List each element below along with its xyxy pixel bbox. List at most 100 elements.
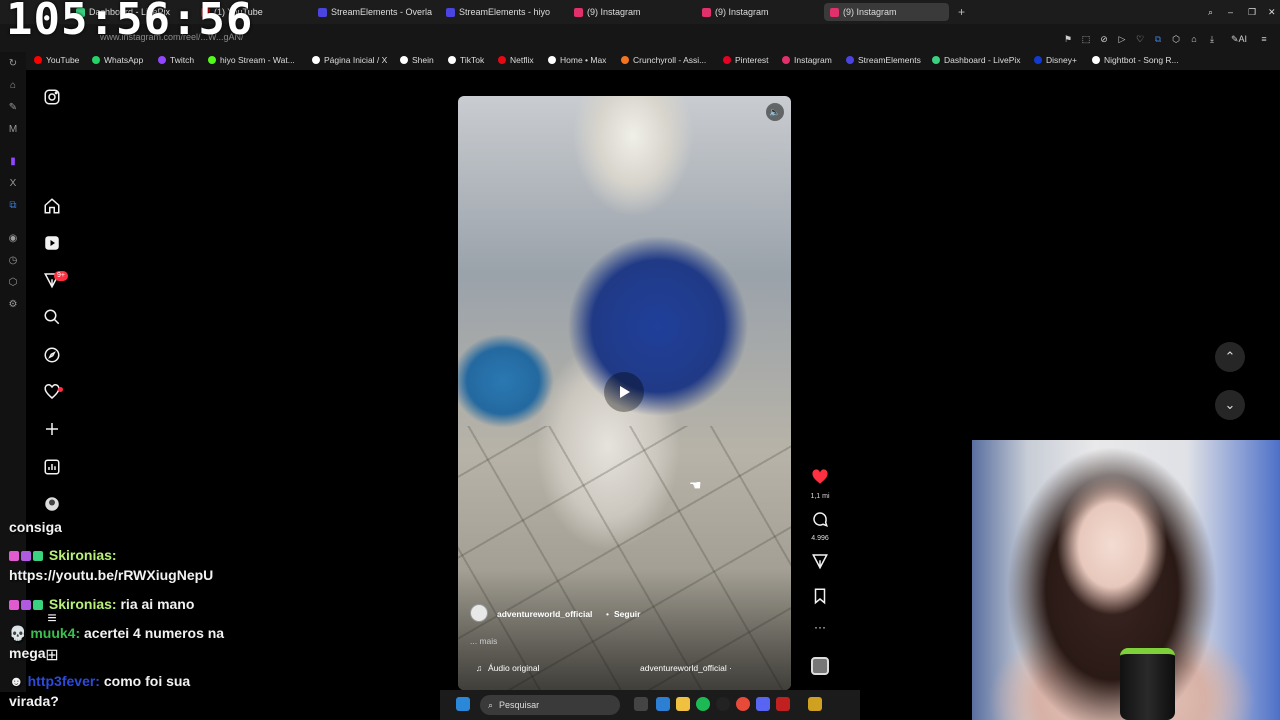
history-icon[interactable]: ◷ — [7, 255, 19, 267]
x-icon[interactable]: X — [7, 178, 19, 190]
bookmark-icon — [208, 56, 216, 64]
caption-more[interactable]: ... mais — [470, 636, 497, 646]
screenshot-icon[interactable]: ⬚ — [1080, 33, 1092, 45]
bookmark-label: Crunchyroll - Assi... — [633, 55, 707, 65]
block-icon[interactable]: ⊘ — [1098, 33, 1110, 45]
pin-icon[interactable]: ⌂ — [7, 80, 19, 92]
home-icon[interactable] — [42, 197, 62, 217]
file-explorer-icon[interactable] — [676, 697, 690, 711]
bookmark-label: Netflix — [510, 55, 534, 65]
heart-icon[interactable]: ♡ — [1134, 33, 1146, 45]
bookmark-item[interactable]: Home • Max — [548, 55, 606, 65]
play-button[interactable] — [604, 372, 644, 412]
bookmark-icon — [1034, 56, 1042, 64]
explore-icon[interactable] — [42, 346, 62, 366]
bookmark-item[interactable]: StreamElements — [846, 55, 921, 65]
obs-icon[interactable] — [776, 697, 790, 711]
task-view-icon[interactable] — [634, 697, 648, 711]
audio-thumbnail[interactable] — [808, 657, 832, 680]
reload-icon[interactable]: ↻ — [7, 58, 19, 70]
bookmark-item[interactable]: hiyo Stream - Wat... — [208, 55, 295, 65]
audio-label[interactable]: Áudio original — [488, 663, 540, 673]
author-name[interactable]: adventureworld_official — [497, 609, 592, 619]
bookmark-item[interactable]: Página Inicial / X — [312, 55, 387, 65]
windows-start-icon[interactable] — [456, 697, 470, 711]
close-window-icon[interactable]: ✕ — [1262, 3, 1276, 21]
tab-instagram-active[interactable]: (9) Instagram — [824, 3, 949, 21]
opera-icon[interactable] — [736, 697, 750, 711]
ai-button[interactable]: ✎AI — [1224, 33, 1254, 45]
bookmark-item[interactable]: Netflix — [498, 55, 534, 65]
minimize-icon[interactable]: – — [1222, 3, 1236, 21]
share-action[interactable] — [808, 552, 832, 575]
more-options-icon[interactable]: ··· — [808, 620, 832, 634]
bookmark-item[interactable]: Shein — [400, 55, 434, 65]
translate-icon[interactable]: ⧉ — [1152, 33, 1164, 45]
chat-line: https://youtu.be/rRWXiugNepU — [9, 567, 214, 583]
extensions-icon[interactable]: ⬡ — [7, 277, 19, 289]
audio-author[interactable]: adventureworld_official · — [640, 663, 732, 673]
menu-icon[interactable]: ≡ — [1258, 33, 1270, 45]
spotify-icon[interactable] — [696, 697, 710, 711]
bookmark-item[interactable]: Nightbot - Song R... — [1092, 55, 1179, 65]
play-icon[interactable]: ▷ — [1116, 33, 1128, 45]
instagram-logo-icon[interactable] — [42, 88, 62, 108]
extensions-icon[interactable]: ⬡ — [1170, 33, 1182, 45]
next-reel-button[interactable]: ⌄ — [1215, 390, 1245, 420]
restore-icon[interactable]: ❐ — [1242, 3, 1256, 21]
save-action[interactable] — [808, 587, 832, 610]
sub-badge-icon — [9, 600, 19, 610]
author-avatar[interactable] — [470, 604, 488, 622]
bookmark-label: Instagram — [794, 55, 832, 65]
bookmark-icon — [548, 56, 556, 64]
tab-streamelements-hiyo[interactable]: StreamElements - hiyo — [440, 3, 565, 21]
bookmark-item[interactable]: Disney+ — [1034, 55, 1077, 65]
like-action[interactable]: 1,1 mi — [808, 468, 832, 500]
streamelements-icon — [446, 7, 455, 17]
app-icon[interactable] — [808, 697, 822, 711]
bookmark-item[interactable]: Twitch — [158, 55, 194, 65]
store-icon[interactable] — [656, 697, 670, 711]
twitch-icon[interactable]: ▮ — [7, 156, 19, 168]
tab-streamelements-overlay[interactable]: StreamElements - Overla — [312, 3, 437, 21]
comment-count: 4.996 — [811, 535, 829, 542]
dashboard-icon[interactable] — [42, 458, 62, 478]
mod-badge-icon — [33, 551, 43, 561]
chat-line: Skironias: ria ai mano — [9, 596, 194, 612]
bookmark-icon — [723, 56, 731, 64]
new-tab-button[interactable]: + — [952, 3, 966, 21]
follow-button[interactable]: Seguir — [614, 609, 640, 619]
chat-line: 💀 muuk4: acertei 4 numeros na — [9, 625, 225, 641]
translate-icon[interactable]: ⧉ — [7, 200, 19, 212]
tab-instagram-2[interactable]: (9) Instagram — [696, 3, 821, 21]
mail-icon[interactable]: M — [7, 124, 19, 136]
bookmark-item[interactable]: Crunchyroll - Assi... — [621, 55, 706, 65]
reels-icon[interactable] — [42, 234, 62, 254]
comment-action[interactable]: 4.996 — [808, 510, 832, 542]
bookmark-item[interactable]: Pinterest — [723, 55, 769, 65]
settings-icon[interactable]: ⚙ — [7, 299, 19, 311]
search-icon[interactable] — [42, 308, 62, 328]
wallet-icon[interactable]: ⌂ — [1188, 33, 1200, 45]
taskbar-search[interactable]: ⌕ Pesquisar — [480, 695, 620, 715]
discord-icon[interactable] — [756, 697, 770, 711]
activity-dot — [58, 387, 63, 392]
bookmark-item[interactable]: Instagram — [782, 55, 832, 65]
tab-instagram-1[interactable]: (9) Instagram — [568, 3, 693, 21]
bookmark-item[interactable]: TikTok — [448, 55, 484, 65]
bookmark-item[interactable]: YouTube — [34, 55, 79, 65]
app-icon[interactable] — [716, 697, 730, 711]
bookmark-icon[interactable]: ⚑ — [1062, 33, 1074, 45]
previous-reel-button[interactable]: ⌃ — [1215, 342, 1245, 372]
bookmark-item[interactable]: WhatsApp — [92, 55, 143, 65]
create-icon[interactable] — [42, 420, 62, 440]
search-tabs-icon[interactable]: ⌕ — [1202, 3, 1216, 21]
player-icon[interactable]: ◉ — [7, 233, 19, 245]
notifications-heart-icon[interactable] — [42, 383, 62, 403]
bookmark-label: Dashboard - LivePix — [944, 55, 1021, 65]
profile-avatar[interactable] — [42, 495, 62, 515]
mute-button[interactable]: 🔈 — [766, 103, 784, 121]
bookmark-item[interactable]: Dashboard - LivePix — [932, 55, 1021, 65]
notes-icon[interactable]: ✎ — [7, 102, 19, 114]
download-icon[interactable]: ⤓ — [1206, 33, 1218, 45]
